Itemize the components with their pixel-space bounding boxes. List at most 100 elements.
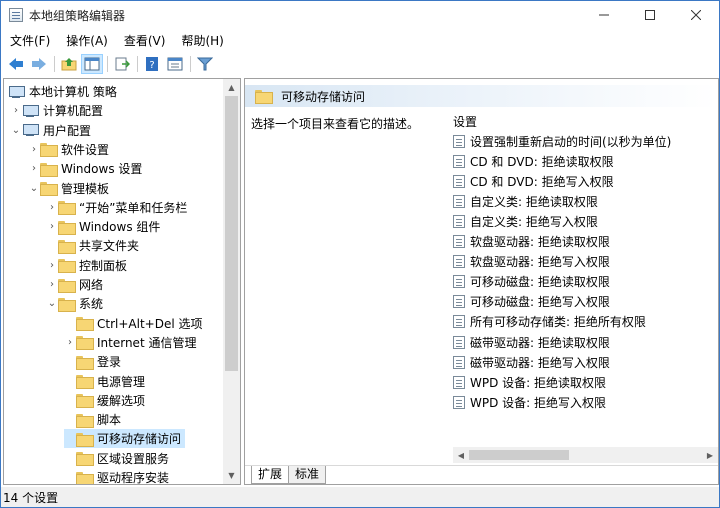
policy-setting-row[interactable]: CD 和 DVD: 拒绝写入权限	[453, 171, 614, 191]
tree-item[interactable]: Ctrl+Alt+Del 选项	[64, 314, 202, 333]
tree-item[interactable]: ⌄ 系统	[46, 294, 103, 313]
tree-item[interactable]: › Internet 通信管理	[64, 333, 196, 352]
tree-item[interactable]: ⌄ 管理模板	[28, 179, 109, 198]
tree-item[interactable]: 电源管理	[64, 372, 145, 391]
policy-setting-row[interactable]: 可移动磁盘: 拒绝读取权限	[453, 272, 610, 292]
policy-setting-row[interactable]: 可移动磁盘: 拒绝写入权限	[453, 292, 610, 312]
collapsed-chevron-icon[interactable]: ›	[46, 260, 58, 271]
policy-setting-label: CD 和 DVD: 拒绝写入权限	[470, 174, 614, 189]
app-icon	[9, 8, 23, 22]
help-button[interactable]: ?	[141, 54, 163, 74]
tree-item-label: 网络	[79, 278, 104, 292]
policy-setting-row[interactable]: 磁带驱动器: 拒绝写入权限	[453, 352, 610, 372]
tree-item[interactable]: › 软件设置	[28, 140, 109, 159]
collapsed-chevron-icon[interactable]: ›	[28, 144, 40, 155]
collapsed-chevron-icon[interactable]: ›	[46, 279, 58, 290]
tree-item[interactable]: › Windows 组件	[46, 217, 160, 236]
svg-text:?: ?	[149, 60, 154, 71]
policy-setting-row[interactable]: 软盘驱动器: 拒绝写入权限	[453, 252, 610, 272]
scroll-down-icon[interactable]: ▼	[223, 467, 240, 484]
tree-item-label: 软件设置	[61, 142, 110, 157]
menu-view[interactable]: 查看(V)	[117, 32, 173, 49]
policy-setting-icon	[453, 335, 465, 349]
menu-help[interactable]: 帮助(H)	[174, 32, 230, 49]
tree-vertical-scrollbar[interactable]: ▲ ▼	[223, 79, 240, 484]
vertical-scroll-thumb[interactable]	[225, 96, 238, 371]
policy-setting-row[interactable]: 磁带驱动器: 拒绝读取权限	[453, 332, 610, 352]
policy-setting-row[interactable]: 设置强制重新启动的时间(以秒为单位)	[453, 131, 671, 151]
up-folder-button[interactable]	[58, 54, 80, 74]
properties-button[interactable]	[164, 54, 186, 74]
collapsed-chevron-icon[interactable]: ›	[28, 163, 40, 174]
tree-item[interactable]: 驱动程序安装	[64, 468, 169, 484]
minimize-button[interactable]	[581, 1, 627, 29]
tree-item[interactable]: 本地计算机 策略	[8, 82, 117, 101]
tree-item[interactable]: › 计算机配置	[10, 101, 103, 120]
policy-setting-label: 磁带驱动器: 拒绝读取权限	[470, 335, 610, 350]
policy-setting-icon	[453, 134, 465, 148]
tree-pane[interactable]: 本地计算机 策略 › 计算机配置 ⌄ 用户配置 › 软件设置 › Windows 设置 ⌄ 管理模板…	[3, 78, 241, 485]
filter-button[interactable]	[194, 54, 216, 74]
policy-setting-row[interactable]: 软盘驱动器: 拒绝读取权限	[453, 232, 610, 252]
filter-icon	[197, 57, 213, 71]
tree-item[interactable]: › 控制面板	[46, 256, 127, 275]
collapsed-chevron-icon[interactable]: ›	[46, 202, 58, 213]
tree-item-label: “开始”菜单和任务栏	[79, 200, 188, 215]
title-bar[interactable]: 本地组策略编辑器	[1, 1, 719, 29]
expanded-chevron-icon[interactable]: ⌄	[10, 125, 22, 136]
folder-icon	[76, 375, 94, 389]
tree-item[interactable]: 登录	[64, 352, 121, 371]
tree-item[interactable]: 共享文件夹	[46, 236, 139, 255]
folder-icon	[58, 259, 76, 274]
collapsed-chevron-icon[interactable]: ›	[10, 105, 22, 116]
forward-button[interactable]	[28, 54, 50, 74]
toolbar-separator	[137, 56, 138, 72]
close-button[interactable]	[673, 1, 719, 29]
status-text: 14 个设置	[3, 490, 59, 505]
policy-setting-row[interactable]: 所有可移动存储类: 拒绝所有权限	[453, 312, 646, 332]
scroll-right-icon[interactable]: ▶	[702, 447, 718, 463]
collapsed-chevron-icon[interactable]: ›	[64, 337, 76, 348]
collapsed-chevron-icon[interactable]: ›	[46, 221, 58, 232]
policy-setting-label: 自定义类: 拒绝读取权限	[470, 194, 598, 209]
policy-setting-label: 磁带驱动器: 拒绝写入权限	[470, 355, 610, 370]
policy-setting-icon	[453, 174, 465, 188]
horizontal-scrollbar[interactable]: ◀ ▶	[453, 447, 718, 463]
tree-item-label: 共享文件夹	[79, 239, 140, 254]
policy-setting-row[interactable]: 自定义类: 拒绝读取权限	[453, 191, 598, 211]
policy-setting-row[interactable]: 自定义类: 拒绝写入权限	[453, 211, 598, 231]
menu-file[interactable]: 文件(F)	[3, 32, 57, 49]
tree-item[interactable]: › “开始”菜单和任务栏	[46, 198, 187, 217]
tree-item[interactable]: 可移动存储访问	[64, 429, 186, 449]
show-hide-tree-button[interactable]	[81, 54, 103, 74]
export-list-button[interactable]	[111, 54, 133, 74]
tree-item[interactable]: 缓解选项	[64, 391, 145, 410]
policy-setting-row[interactable]: WPD 设备: 拒绝读取权限	[453, 372, 606, 392]
expanded-chevron-icon[interactable]: ⌄	[28, 183, 40, 194]
settings-column-header[interactable]: 设置	[453, 113, 477, 130]
horizontal-scroll-thumb[interactable]	[469, 450, 569, 460]
policy-setting-icon	[453, 275, 465, 289]
tree-item-label: 区域设置服务	[97, 451, 170, 466]
tree-item-label: 电源管理	[97, 374, 146, 389]
maximize-button[interactable]	[627, 1, 673, 29]
scroll-up-icon[interactable]: ▲	[223, 79, 240, 96]
settings-list[interactable]: 设置 设置强制重新启动的时间(以秒为单位) CD 和 DVD: 拒绝读取权限 CD …	[453, 107, 718, 447]
tree-item[interactable]: › 网络	[46, 275, 103, 294]
folder-icon	[76, 471, 94, 484]
tree-item[interactable]: 区域设置服务	[64, 449, 169, 468]
back-button[interactable]	[5, 54, 27, 74]
folder-icon	[58, 220, 76, 235]
menu-action[interactable]: 操作(A)	[59, 32, 115, 49]
tree-item-label: 计算机配置	[43, 104, 104, 119]
scroll-left-icon[interactable]: ◀	[453, 447, 469, 463]
tab-standard[interactable]: 标准	[288, 466, 327, 484]
policy-setting-row[interactable]: WPD 设备: 拒绝写入权限	[453, 392, 606, 412]
tree-item[interactable]: 脚本	[64, 410, 121, 429]
tree-item[interactable]: ⌄ 用户配置	[10, 121, 91, 140]
tab-extended[interactable]: 扩展	[251, 466, 290, 484]
tree-item[interactable]: › Windows 设置	[28, 159, 142, 178]
policy-setting-row[interactable]: CD 和 DVD: 拒绝读取权限	[453, 151, 614, 171]
status-bar: 14 个设置	[1, 487, 719, 507]
expanded-chevron-icon[interactable]: ⌄	[46, 298, 58, 309]
